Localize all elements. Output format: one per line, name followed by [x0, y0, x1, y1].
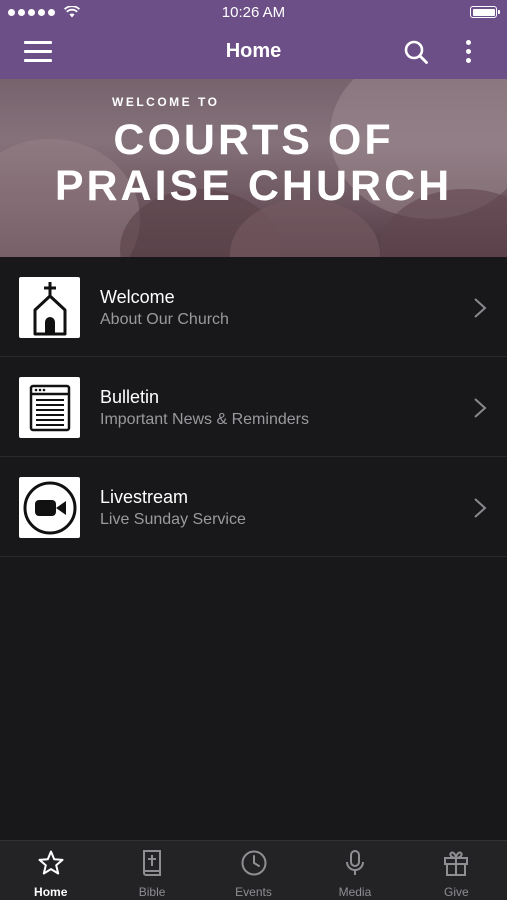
navigation-bar: Home	[0, 24, 507, 79]
video-camera-icon	[19, 477, 80, 538]
star-icon	[38, 850, 64, 875]
list-item-subtitle: About Our Church	[100, 311, 229, 328]
chevron-right-icon	[474, 298, 487, 318]
banner-title-line2: PRAISE CHURCH	[54, 162, 453, 210]
bible-icon	[143, 850, 162, 876]
list-item-livestream[interactable]: Livestream Live Sunday Service	[0, 457, 507, 557]
church-icon	[19, 277, 80, 338]
tab-give[interactable]: Give	[406, 841, 507, 900]
tab-label: Home	[34, 885, 68, 899]
gift-icon	[444, 851, 469, 876]
tab-bible[interactable]: Bible	[101, 841, 202, 900]
list-item-title: Bulletin	[100, 387, 160, 407]
list-item-title: Welcome	[100, 287, 175, 307]
bulletin-icon	[19, 377, 80, 438]
tab-label: Give	[443, 885, 469, 899]
list-item-bulletin[interactable]: Bulletin Important News & Reminders	[0, 357, 507, 457]
list-item-welcome[interactable]: Welcome About Our Church	[0, 257, 507, 357]
search-icon[interactable]	[403, 39, 429, 65]
tab-events[interactable]: Events	[203, 841, 304, 900]
more-vertical-icon[interactable]	[461, 38, 475, 66]
microphone-icon	[345, 850, 364, 875]
tab-media[interactable]: Media	[304, 841, 405, 900]
list-item-title: Livestream	[100, 487, 189, 507]
home-menu-list: Welcome About Our Church Bulletin Import…	[0, 257, 507, 557]
tab-label: Events	[235, 885, 272, 899]
tab-label: Media	[338, 885, 372, 899]
status-bar: 10:26 AM	[0, 0, 507, 24]
tab-home[interactable]: Home	[0, 841, 101, 900]
bottom-tab-bar: Home Bible Events Media Give	[0, 840, 507, 900]
chevron-right-icon	[474, 398, 487, 418]
status-time: 10:26 AM	[221, 4, 286, 21]
battery-icon	[470, 6, 500, 18]
church-banner: WELCOME TO COURTS OF PRAISE CHURCH	[0, 79, 507, 257]
tab-label: Bible	[138, 885, 166, 899]
banner-title: COURTS OF PRAISE CHURCH	[0, 117, 507, 209]
list-item-subtitle: Important News & Reminders	[100, 411, 309, 428]
list-item-subtitle: Live Sunday Service	[100, 511, 246, 528]
banner-kicker: WELCOME TO	[112, 95, 220, 109]
clock-icon	[241, 850, 267, 876]
chevron-right-icon	[474, 498, 487, 518]
page-title: Home	[225, 40, 282, 62]
banner-title-line1: COURTS OF	[113, 116, 394, 164]
